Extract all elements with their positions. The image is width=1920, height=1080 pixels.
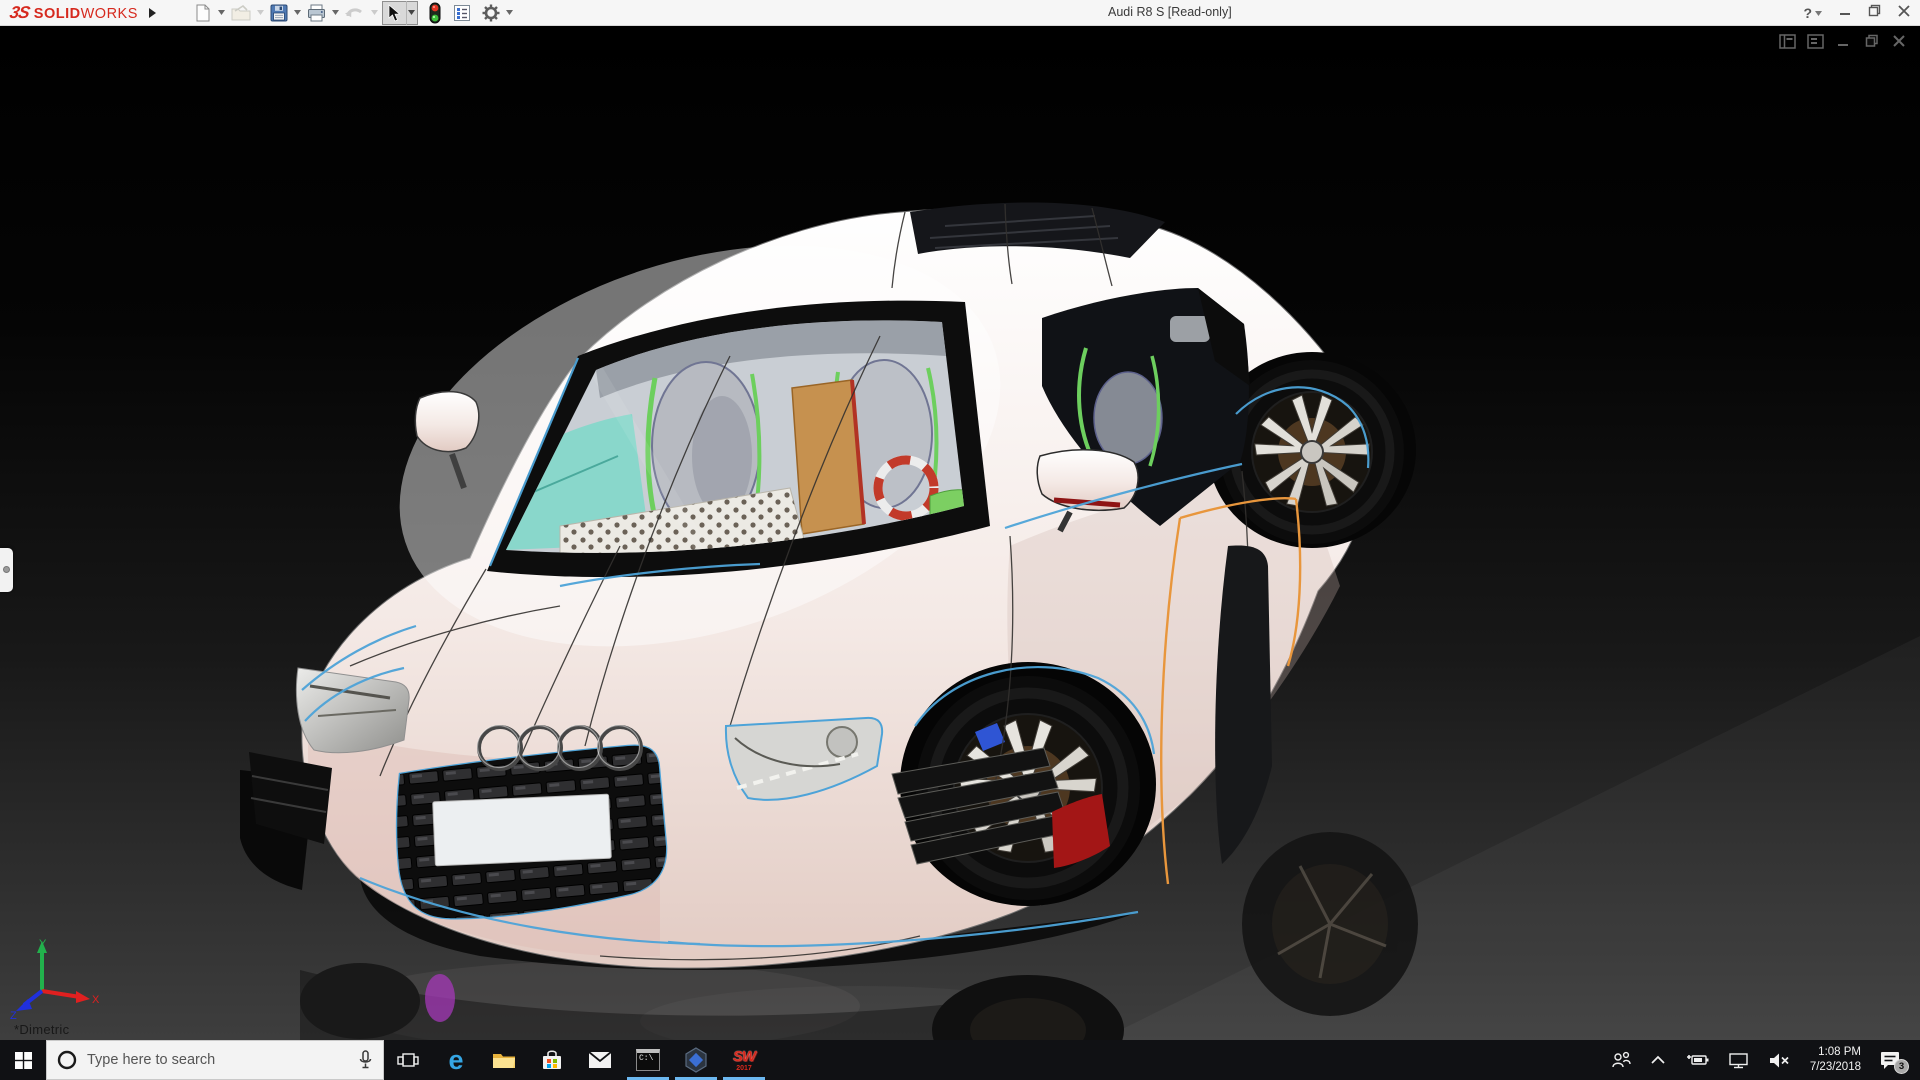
help-caret-icon	[1815, 10, 1822, 16]
rebuild-button[interactable]	[428, 1, 442, 25]
open-caret-icon[interactable]	[255, 1, 266, 25]
start-button[interactable]	[0, 1040, 46, 1080]
feature-pane-icon[interactable]	[1807, 33, 1824, 49]
taskbar-solidworks[interactable]: SW 2017	[720, 1040, 768, 1080]
volume-muted-icon	[1769, 1053, 1789, 1067]
help-button[interactable]: ?	[1803, 5, 1822, 21]
mail-icon	[588, 1051, 612, 1068]
battery-charging-icon	[1686, 1055, 1709, 1065]
side-blade	[1215, 545, 1272, 864]
expand-panel-knob-icon	[3, 566, 10, 573]
undo-arrow-icon	[344, 7, 362, 17]
app-restore-button[interactable]	[1868, 4, 1881, 22]
doc-close-button[interactable]	[1891, 33, 1908, 49]
task-view-button[interactable]	[384, 1040, 432, 1080]
file-properties-icon	[453, 4, 470, 21]
people-icon	[1612, 1051, 1631, 1068]
document-window-controls	[1779, 33, 1908, 49]
taskbar-edge[interactable]: e	[432, 1040, 480, 1080]
svg-text:Z: Z	[10, 1010, 17, 1020]
title-bar: 3S SOLID WORKS Audi R8 S [Read-only] ?	[0, 0, 1920, 26]
action-center-button[interactable]: 3	[1870, 1040, 1915, 1080]
task-view-icon	[397, 1053, 419, 1067]
taskbar-command-prompt[interactable]: C:\	[624, 1040, 672, 1080]
app-minimize-button[interactable]	[1839, 4, 1851, 22]
select-cursor-icon	[388, 3, 401, 21]
open-folder-icon	[231, 4, 251, 20]
menu-flyout-arrow-icon[interactable]	[144, 2, 162, 24]
clock-time: 1:08 PM	[1818, 1046, 1861, 1059]
options-caret-icon[interactable]	[504, 1, 515, 25]
options-gear-icon	[482, 4, 500, 21]
system-tray: 1:08 PM 7/23/2018 3	[1601, 1040, 1920, 1080]
file-properties-button[interactable]	[451, 1, 473, 25]
solidworks-logo-mark: 3S	[8, 2, 31, 22]
rebuild-traffic-light-icon	[429, 2, 441, 23]
undo-button[interactable]	[343, 1, 367, 25]
taskbar-search-box[interactable]	[46, 1040, 384, 1080]
notification-badge: 3	[1894, 1059, 1909, 1074]
open-button[interactable]	[229, 1, 253, 25]
taskbar-microsoft-store[interactable]	[528, 1040, 576, 1080]
people-button[interactable]	[1601, 1040, 1641, 1080]
select-tool-button[interactable]	[381, 0, 418, 25]
taskbar-hexagon-app[interactable]	[672, 1040, 720, 1080]
window-title: Audi R8 S [Read-only]	[1108, 5, 1232, 19]
view-orientation-label: *Dimetric	[14, 1022, 70, 1037]
reference-triad: Y X Z	[10, 938, 100, 1020]
print-button[interactable]	[305, 1, 328, 25]
chevron-up-icon	[1651, 1055, 1665, 1064]
print-caret-icon[interactable]	[330, 1, 341, 25]
new-document-icon	[196, 4, 210, 21]
display-pane-icon[interactable]	[1779, 33, 1796, 49]
windows-taskbar: e C:\ SW 2017	[0, 1040, 1920, 1080]
doc-minimize-button[interactable]	[1835, 33, 1852, 49]
file-explorer-icon	[493, 1054, 515, 1068]
solidworks-2017-icon: SW 2017	[732, 1047, 756, 1072]
command-prompt-icon: C:\	[636, 1049, 660, 1071]
volume-button[interactable]	[1759, 1040, 1801, 1080]
power-status-button[interactable]	[1675, 1040, 1719, 1080]
save-floppy-icon	[270, 4, 288, 21]
undo-caret-icon[interactable]	[369, 1, 380, 25]
clock-date: 7/23/2018	[1809, 1061, 1861, 1073]
svg-text:Y: Y	[39, 938, 47, 950]
car-body	[240, 202, 1416, 970]
feature-manager-collapsed-tab[interactable]	[0, 548, 13, 592]
windows-logo-icon	[14, 1051, 32, 1069]
save-caret-icon[interactable]	[292, 1, 303, 25]
microsoft-store-icon	[543, 1050, 561, 1069]
save-button[interactable]	[268, 1, 290, 25]
print-icon	[307, 4, 325, 21]
edge-icon: e	[448, 1044, 464, 1075]
taskbar-clock[interactable]: 1:08 PM 7/23/2018	[1801, 1045, 1870, 1075]
audi-r8-3d-model[interactable]	[0, 26, 1920, 1040]
svg-text:X: X	[92, 994, 100, 1006]
graphics-viewport[interactable]: Y X Z *Dimetric	[0, 26, 1920, 1040]
network-icon	[1729, 1052, 1748, 1068]
options-button[interactable]	[480, 1, 502, 25]
taskbar-file-explorer[interactable]	[480, 1040, 528, 1080]
doc-restore-button[interactable]	[1863, 33, 1880, 49]
select-caret-icon[interactable]	[405, 0, 417, 25]
new-document-caret-icon[interactable]	[216, 1, 227, 25]
taskbar-mail[interactable]	[576, 1040, 624, 1080]
network-status-button[interactable]	[1719, 1040, 1759, 1080]
hexagon-app-icon	[685, 1047, 707, 1073]
cortana-icon	[57, 1050, 77, 1070]
quick-access-toolbar	[192, 0, 515, 25]
microphone-icon[interactable]	[358, 1050, 373, 1070]
solidworks-logo: 3S SOLID WORKS	[8, 2, 138, 22]
app-close-button[interactable]	[1898, 4, 1910, 22]
search-input[interactable]	[87, 1052, 348, 1068]
license-plate	[432, 793, 612, 867]
new-document-button[interactable]	[192, 1, 214, 25]
tray-overflow-button[interactable]	[1641, 1040, 1675, 1080]
